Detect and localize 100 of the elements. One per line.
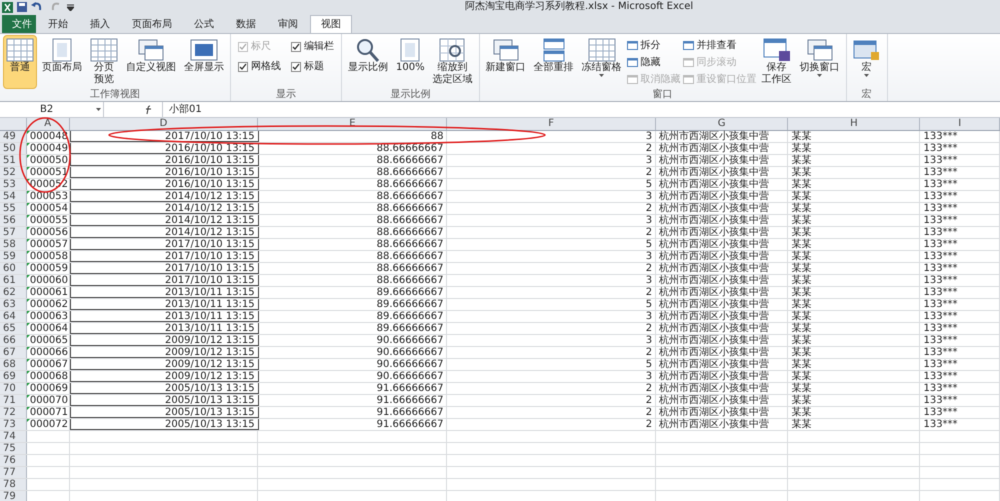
- row-header[interactable]: 73: [0, 419, 27, 430]
- row-header[interactable]: 50: [0, 143, 27, 154]
- name-box[interactable]: B2: [0, 102, 104, 117]
- row-header[interactable]: 78: [0, 479, 27, 490]
- ribbon-button[interactable]: 保存 工作区: [758, 35, 795, 89]
- ribbon-button[interactable]: 分页 预览: [87, 35, 121, 89]
- ribbon-tab[interactable]: 插入: [80, 15, 120, 33]
- table-cell: 88.66666667: [376, 191, 444, 202]
- formula-field[interactable]: 小部01: [162, 102, 1000, 117]
- row-header[interactable]: 54: [0, 191, 27, 202]
- checkbox[interactable]: 标题: [291, 61, 334, 73]
- column-header[interactable]: F: [447, 118, 656, 130]
- table-cell: 2017/10/10 13:15: [165, 239, 255, 250]
- table-cell: 000066: [30, 347, 68, 358]
- function-icon[interactable]: [144, 104, 154, 114]
- ribbon-small-button[interactable]: 隐藏: [626, 56, 681, 69]
- table-cell: 某某: [791, 347, 812, 358]
- row-header[interactable]: 58: [0, 239, 27, 250]
- table-cell: 杭州市西湖区小孩集中营: [659, 251, 770, 262]
- table-cell: 杭州市西湖区小孩集中营: [659, 179, 770, 190]
- ribbon-button[interactable]: 缩放到 选定区域: [430, 35, 476, 89]
- ribbon-tab[interactable]: 数据: [226, 15, 266, 33]
- checkbox-square[interactable]: [238, 62, 248, 72]
- table-cell: 133***: [923, 167, 958, 178]
- ribbon-button[interactable]: 全屏显示: [181, 35, 227, 89]
- row-header[interactable]: 56: [0, 215, 27, 226]
- row-header[interactable]: 76: [0, 455, 27, 466]
- table-cell: 杭州市西湖区小孩集中营: [659, 227, 770, 238]
- checkbox[interactable]: 网格线: [238, 61, 281, 73]
- ribbon-button[interactable]: 新建窗口: [482, 35, 529, 89]
- row-header[interactable]: 72: [0, 407, 27, 418]
- table-cell: 133***: [923, 275, 958, 286]
- row-header[interactable]: 49: [0, 131, 27, 142]
- row-header[interactable]: 57: [0, 227, 27, 238]
- ribbon-tab[interactable]: 公式: [184, 15, 224, 33]
- row-header[interactable]: 70: [0, 383, 27, 394]
- customize-toolbar-icon[interactable]: [67, 4, 74, 10]
- column-header[interactable]: A: [26, 118, 70, 130]
- ribbon-small-button[interactable]: 拆分: [626, 39, 681, 52]
- error-indicator-icon: [26, 167, 30, 170]
- ribbon-button[interactable]: 普通: [3, 35, 37, 89]
- row-header[interactable]: 79: [0, 491, 27, 501]
- ribbon-tab[interactable]: 文件: [2, 15, 36, 33]
- column-header[interactable]: H: [788, 118, 920, 130]
- checkbox[interactable]: 编辑栏: [291, 41, 334, 53]
- row-header[interactable]: 63: [0, 299, 27, 310]
- checkbox-square[interactable]: [291, 62, 301, 72]
- row-header[interactable]: 51: [0, 155, 27, 166]
- save-icon[interactable]: [17, 2, 27, 12]
- group-label: 窗口: [652, 89, 673, 101]
- ribbon-button[interactable]: 100%: [393, 35, 428, 89]
- table-cell: 杭州市西湖区小孩集中营: [659, 419, 770, 430]
- row-header[interactable]: 68: [0, 359, 27, 370]
- row-header[interactable]: 61: [0, 275, 27, 286]
- table-cell: 某某: [791, 383, 812, 394]
- table-cell: 133***: [923, 323, 958, 334]
- ribbon-button[interactable]: 冻结窗格: [578, 35, 625, 89]
- row-header[interactable]: 52: [0, 167, 27, 178]
- ribbon-tab[interactable]: 开始: [38, 15, 78, 33]
- ribbon-button[interactable]: 宏: [850, 35, 884, 89]
- table-cell: 杭州市西湖区小孩集中营: [659, 239, 770, 250]
- error-indicator-icon: [26, 251, 30, 254]
- ribbon-tab[interactable]: 视图: [310, 15, 352, 33]
- column-header[interactable]: D: [70, 118, 258, 130]
- row-header[interactable]: 55: [0, 203, 27, 214]
- row-header[interactable]: 71: [0, 395, 27, 406]
- ribbon-small-button[interactable]: 并排查看: [682, 39, 757, 52]
- table-cell: 000071: [30, 407, 68, 418]
- row-header[interactable]: 67: [0, 347, 27, 358]
- table-cell: 某某: [791, 251, 812, 262]
- row-header[interactable]: 60: [0, 263, 27, 274]
- row-header[interactable]: 77: [0, 467, 27, 478]
- table-cell: 91.66666667: [376, 419, 444, 430]
- row-header[interactable]: 64: [0, 311, 27, 322]
- column-header[interactable]: I: [920, 118, 1000, 130]
- ribbon-button[interactable]: 自定义视图: [123, 35, 179, 89]
- row-header[interactable]: 65: [0, 323, 27, 334]
- table-cell: 000067: [30, 359, 68, 370]
- ribbon-button[interactable]: 全部重排: [530, 35, 577, 89]
- ribbon-button[interactable]: 切换窗口: [796, 35, 843, 89]
- row-header[interactable]: 53: [0, 179, 27, 190]
- table-cell: 5: [646, 239, 652, 250]
- ribbon-tab[interactable]: 审阅: [268, 15, 308, 33]
- table-cell: 2005/10/13 13:15: [165, 407, 255, 418]
- row-header[interactable]: 69: [0, 371, 27, 382]
- row-header[interactable]: 66: [0, 335, 27, 346]
- ribbon-tab[interactable]: 页面布局: [122, 15, 182, 33]
- table-cell: 2014/10/12 13:15: [165, 203, 255, 214]
- table-cell: 88.66666667: [376, 239, 444, 250]
- ribbon-button[interactable]: 页面布局: [39, 35, 85, 89]
- row-header[interactable]: 74: [0, 431, 27, 442]
- row-header[interactable]: 59: [0, 251, 27, 262]
- table-cell: 某某: [791, 371, 812, 382]
- window-icon: [626, 58, 638, 67]
- column-header[interactable]: G: [656, 118, 788, 130]
- table-cell: 000050: [30, 155, 68, 166]
- row-header[interactable]: 75: [0, 443, 27, 454]
- ribbon-button[interactable]: 显示比例: [345, 35, 391, 89]
- row-header[interactable]: 62: [0, 287, 27, 298]
- checkbox-square[interactable]: [291, 42, 301, 52]
